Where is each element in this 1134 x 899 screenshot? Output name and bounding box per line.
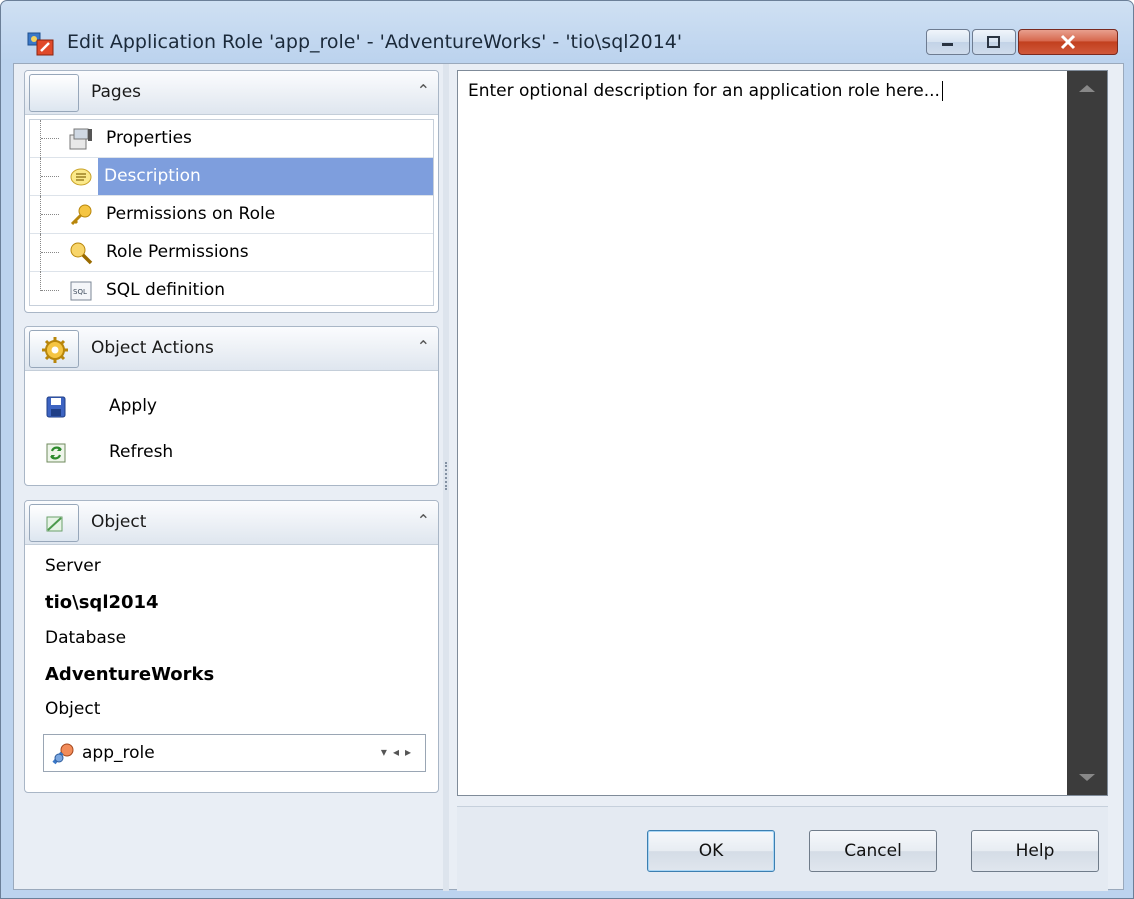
collapse-icon[interactable]: ⌃ bbox=[417, 337, 430, 356]
object-actions-header[interactable]: Object Actions ⌃ bbox=[25, 327, 438, 371]
scroll-up-icon[interactable] bbox=[1079, 85, 1095, 92]
database-value: AdventureWorks bbox=[45, 664, 215, 685]
sql-icon: SQL bbox=[68, 279, 94, 303]
search-key-icon bbox=[68, 241, 94, 265]
client-area: Pages ⌃ Properties Description Permissio… bbox=[13, 63, 1124, 891]
database-label: Database bbox=[45, 628, 127, 648]
server-label: Server bbox=[45, 556, 101, 576]
save-icon bbox=[45, 395, 67, 419]
role-edit-icon bbox=[27, 31, 55, 57]
pages-panel-title: Pages bbox=[91, 82, 142, 102]
object-actions-title: Object Actions bbox=[91, 338, 214, 358]
maximize-icon bbox=[973, 30, 1015, 54]
panel-splitter[interactable] bbox=[443, 64, 449, 891]
collapse-icon[interactable]: ⌃ bbox=[417, 511, 430, 530]
minimize-button[interactable] bbox=[926, 29, 970, 55]
object-panel-header[interactable]: Object ⌃ bbox=[25, 501, 438, 545]
scroll-down-icon[interactable] bbox=[1079, 774, 1095, 781]
page-item-label: Description bbox=[98, 158, 433, 195]
button-bar: OK Cancel Help bbox=[457, 806, 1108, 891]
object-panel-title: Object bbox=[91, 512, 147, 532]
object-select[interactable]: app_role ▾◂▸ bbox=[43, 734, 426, 772]
properties-icon bbox=[68, 127, 94, 151]
page-item-description[interactable]: Description bbox=[30, 158, 433, 196]
description-icon bbox=[68, 165, 94, 189]
page-item-role-permissions[interactable]: Role Permissions bbox=[30, 234, 433, 272]
maximize-button[interactable] bbox=[972, 29, 1016, 55]
page-item-sql-definition[interactable]: SQL SQL definition bbox=[30, 272, 433, 310]
title-bar[interactable]: Edit Application Role 'app_role' - 'Adve… bbox=[1, 1, 1133, 59]
object-select-value: app_role bbox=[82, 743, 155, 763]
page-item-label: Properties bbox=[106, 128, 192, 148]
object-label: Object bbox=[45, 699, 101, 719]
splitter-grip-icon[interactable] bbox=[445, 462, 447, 490]
cancel-button[interactable]: Cancel bbox=[809, 830, 937, 872]
minimize-icon bbox=[927, 30, 969, 54]
object-icon bbox=[29, 504, 79, 542]
close-icon bbox=[1019, 30, 1117, 54]
object-actions-panel: Object Actions ⌃ Apply Refresh bbox=[24, 326, 439, 486]
page-item-label: Role Permissions bbox=[106, 242, 249, 262]
pages-panel-header[interactable]: Pages ⌃ bbox=[25, 71, 438, 115]
vertical-scrollbar[interactable] bbox=[1067, 71, 1107, 795]
key-icon bbox=[68, 203, 94, 227]
role-icon bbox=[50, 741, 78, 765]
window-title: Edit Application Role 'app_role' - 'Adve… bbox=[67, 31, 683, 53]
server-value: tio\sql2014 bbox=[45, 592, 159, 613]
page-item-label: Permissions on Role bbox=[106, 204, 276, 224]
refresh-icon bbox=[45, 441, 67, 465]
pages-list: Properties Description Permissions on Ro… bbox=[29, 119, 434, 306]
page-item-properties[interactable]: Properties bbox=[30, 120, 433, 158]
pages-icon bbox=[29, 74, 79, 112]
select-nav-icon[interactable]: ▾◂▸ bbox=[381, 745, 417, 759]
collapse-icon[interactable]: ⌃ bbox=[417, 81, 430, 100]
ok-button[interactable]: OK bbox=[647, 830, 775, 872]
gear-icon bbox=[29, 330, 79, 368]
apply-label: Apply bbox=[109, 396, 157, 416]
help-button[interactable]: Help bbox=[971, 830, 1099, 872]
object-panel: Object ⌃ Server tio\sql2014 Database Adv… bbox=[24, 500, 439, 793]
description-text[interactable]: Enter optional description for an applic… bbox=[468, 81, 943, 101]
pages-panel: Pages ⌃ Properties Description Permissio… bbox=[24, 70, 439, 313]
page-item-permissions-on-role[interactable]: Permissions on Role bbox=[30, 196, 433, 234]
svg-text:SQL: SQL bbox=[73, 288, 87, 296]
page-item-label: SQL definition bbox=[106, 280, 226, 300]
close-button[interactable] bbox=[1018, 29, 1118, 55]
description-editor[interactable]: Enter optional description for an applic… bbox=[457, 70, 1108, 796]
text-caret bbox=[941, 81, 943, 101]
refresh-label: Refresh bbox=[109, 442, 174, 462]
dialog-window: Edit Application Role 'app_role' - 'Adve… bbox=[0, 0, 1134, 899]
